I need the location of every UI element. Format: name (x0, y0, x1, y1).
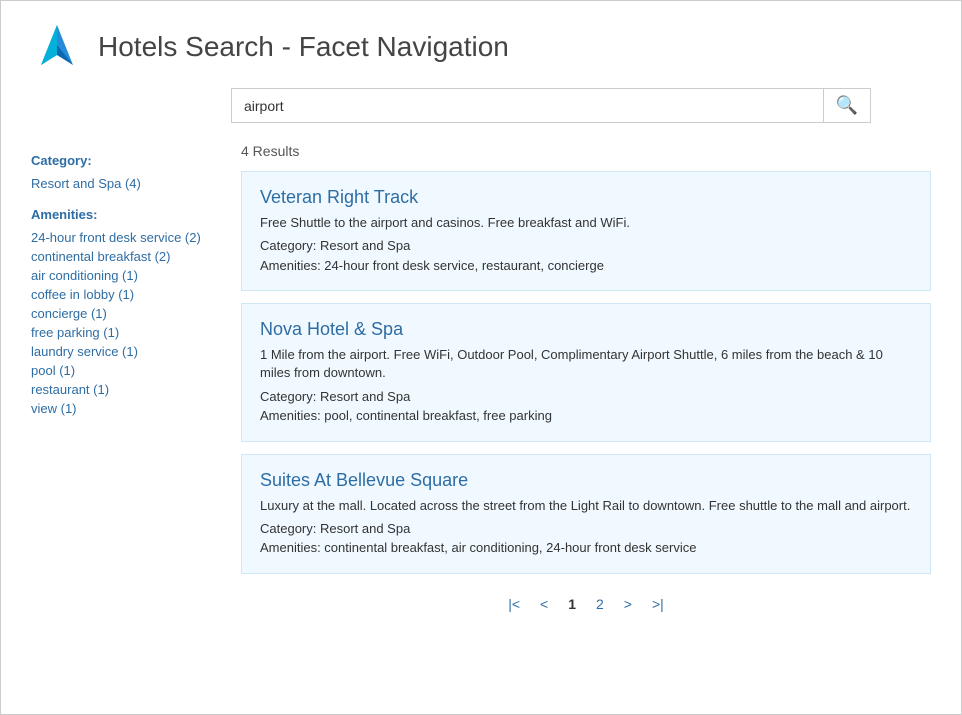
amenity-link-1[interactable]: continental breakfast (2) (31, 249, 221, 264)
result-title-1[interactable]: Nova Hotel & Spa (260, 319, 912, 340)
search-bar-container: 🔍 (1, 88, 961, 143)
pagination-prev[interactable]: < (534, 594, 554, 614)
pagination-first[interactable]: |< (502, 594, 526, 614)
amenity-link-2[interactable]: air conditioning (1) (31, 268, 221, 283)
amenity-link-9[interactable]: view (1) (31, 401, 221, 416)
amenities-list: 24-hour front desk service (2) continent… (31, 230, 221, 416)
amenity-link-6[interactable]: laundry service (1) (31, 344, 221, 359)
category-link-resort[interactable]: Resort and Spa (4) (31, 176, 221, 191)
search-bar: 🔍 (231, 88, 871, 123)
result-card-2: Suites At Bellevue Square Luxury at the … (241, 454, 931, 574)
results-area: 4 Results Veteran Right Track Free Shutt… (231, 143, 941, 614)
category-links: Resort and Spa (4) (31, 176, 221, 191)
result-card-0: Veteran Right Track Free Shuttle to the … (241, 171, 931, 291)
amenity-link-0[interactable]: 24-hour front desk service (2) (31, 230, 221, 245)
result-desc-1: 1 Mile from the airport. Free WiFi, Outd… (260, 346, 912, 382)
amenity-link-3[interactable]: coffee in lobby (1) (31, 287, 221, 302)
amenities-section-title: Amenities: (31, 207, 221, 222)
result-desc-0: Free Shuttle to the airport and casinos.… (260, 214, 912, 232)
pagination-last[interactable]: >| (646, 594, 670, 614)
pagination-next[interactable]: > (618, 594, 638, 614)
result-category-1: Category: Resort and Spa (260, 387, 912, 407)
main-layout: Category: Resort and Spa (4) Amenities: … (1, 143, 961, 614)
header: Hotels Search - Facet Navigation (1, 1, 961, 88)
amenity-link-8[interactable]: restaurant (1) (31, 382, 221, 397)
app-logo (31, 21, 83, 73)
amenity-link-5[interactable]: free parking (1) (31, 325, 221, 340)
result-amenities-1: Amenities: pool, continental breakfast, … (260, 406, 912, 426)
search-icon: 🔍 (836, 95, 858, 115)
result-title-2[interactable]: Suites At Bellevue Square (260, 470, 912, 491)
result-category-0: Category: Resort and Spa (260, 236, 912, 256)
amenity-link-4[interactable]: concierge (1) (31, 306, 221, 321)
pagination-next-page[interactable]: 2 (590, 594, 610, 614)
search-button[interactable]: 🔍 (823, 89, 870, 122)
result-title-0[interactable]: Veteran Right Track (260, 187, 912, 208)
result-category-2: Category: Resort and Spa (260, 519, 912, 539)
pagination-current: 1 (562, 594, 582, 614)
sidebar: Category: Resort and Spa (4) Amenities: … (21, 143, 231, 614)
result-card-1: Nova Hotel & Spa 1 Mile from the airport… (241, 303, 931, 441)
page-wrapper: Hotels Search - Facet Navigation 🔍 Categ… (0, 0, 962, 715)
result-amenities-0: Amenities: 24-hour front desk service, r… (260, 256, 912, 276)
pagination: |< < 1 2 > >| (241, 594, 931, 614)
page-title: Hotels Search - Facet Navigation (98, 31, 509, 63)
amenity-link-7[interactable]: pool (1) (31, 363, 221, 378)
category-section-title: Category: (31, 153, 221, 168)
search-input[interactable] (232, 90, 823, 122)
results-count: 4 Results (241, 143, 931, 159)
result-desc-2: Luxury at the mall. Located across the s… (260, 497, 912, 515)
result-amenities-2: Amenities: continental breakfast, air co… (260, 538, 912, 558)
